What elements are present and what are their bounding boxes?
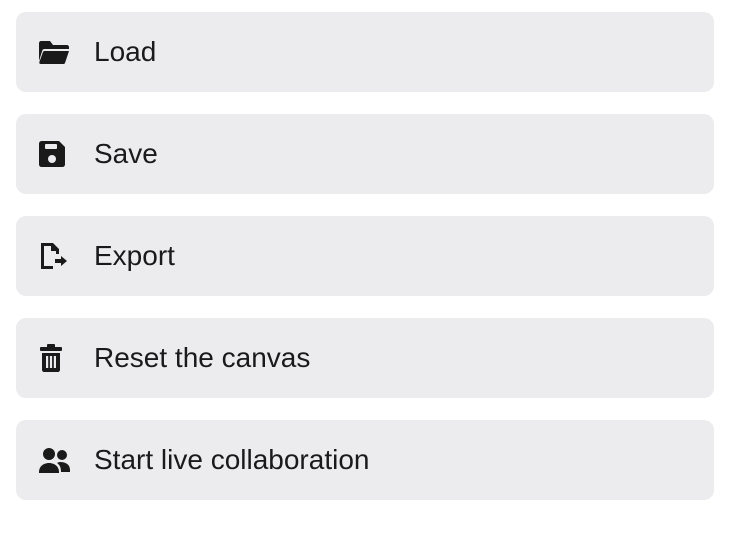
reset-canvas-button[interactable]: Reset the canvas: [16, 318, 714, 398]
users-icon: [38, 447, 78, 473]
load-label: Load: [94, 36, 156, 68]
action-menu: Load Save Export: [0, 0, 730, 500]
save-label: Save: [94, 138, 158, 170]
load-button[interactable]: Load: [16, 12, 714, 92]
export-icon: [38, 241, 78, 271]
save-icon: [38, 140, 78, 168]
trash-icon: [38, 343, 78, 373]
export-label: Export: [94, 240, 175, 272]
start-collaboration-button[interactable]: Start live collaboration: [16, 420, 714, 500]
folder-open-icon: [38, 39, 78, 65]
collab-label: Start live collaboration: [94, 444, 369, 476]
reset-label: Reset the canvas: [94, 342, 310, 374]
export-button[interactable]: Export: [16, 216, 714, 296]
save-button[interactable]: Save: [16, 114, 714, 194]
